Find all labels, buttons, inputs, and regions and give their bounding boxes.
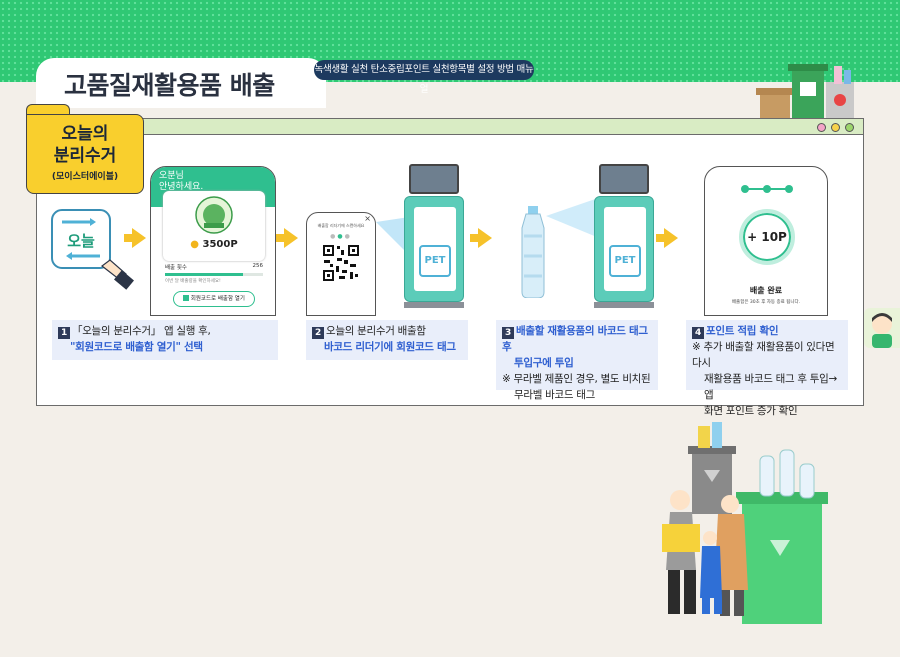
arrow-right-icon: [470, 228, 492, 248]
pet-slot: PET: [609, 245, 641, 277]
step-3-line1: 배출할 재활용품의 바코드 태그 후: [502, 325, 648, 353]
plastic-bottle-icon: [521, 206, 545, 298]
step-2-line2: 바코드 리더기에 회원코드 태그: [324, 341, 456, 353]
close-icon[interactable]: ×: [364, 214, 371, 223]
arrow-right-icon: [276, 228, 298, 248]
kiosk-screen: [599, 164, 649, 194]
step-3-caption: 3 배출할 재활용품의 바코드 태그 후 투입구에 투입 ※ 무라벨 제품인 경우…: [496, 320, 658, 401]
arrow-right-icon: [124, 228, 146, 248]
step-1-caption: 1 「오늘의 분리수거」 앱 실행 후, "회원코드로 배출함 열기" 선택: [52, 320, 278, 360]
kiosk-body: PET: [404, 196, 464, 302]
step-4-caption: 4 포인트 적립 확인 ※ 추가 배출할 재활용품이 있다면 다시 재활용품 바코…: [686, 320, 848, 417]
phone-qr-code: × 배출함 리더기에 스캔하세요 ●●●: [306, 212, 376, 316]
qr-hint: 배출함 리더기에 스캔하세요: [317, 223, 365, 228]
kiosk-screen: [409, 164, 459, 194]
step-1-line2: "회원코드로 배출함 열기" 선택: [70, 341, 203, 353]
step-number: 1: [58, 327, 70, 339]
step-2-line1: 오늘의 분리수거 배출함: [326, 325, 426, 337]
earth-mascot-icon: [195, 196, 233, 234]
window-dot-pink: [817, 123, 826, 132]
badge-line2: 분리수거: [53, 146, 117, 166]
done-title: 배출 완료: [749, 286, 783, 295]
step-3-note2: 무라벨 바코드 태그: [514, 389, 595, 401]
count-note: 이번 달 배출량을 확인하세요!: [165, 279, 221, 284]
guide-avatar: [864, 308, 900, 348]
qr-small-icon: [183, 295, 190, 301]
kiosk-body: PET: [594, 196, 654, 302]
points-earned-circle: + 10P: [739, 209, 795, 265]
step-number: 4: [692, 327, 704, 339]
recycle-bins-illustration: [756, 64, 854, 118]
step-number: 3: [502, 327, 514, 339]
step-number: 2: [312, 327, 324, 339]
app-icon: 오늘: [51, 209, 134, 290]
pet-slot: PET: [419, 245, 451, 277]
badge-line1: 오늘의: [61, 124, 109, 144]
count-progress: [165, 273, 263, 276]
character-icon: [872, 313, 892, 348]
badge-line3: (모이스터에이블): [51, 172, 119, 182]
step-progress: [741, 185, 793, 193]
done-subtitle: 배출함은 30초 후 자동 종료 됩니다.: [731, 300, 801, 305]
step-3-line2: 투입구에 투입: [514, 357, 574, 369]
step-4-note2: 재활용품 바코드 태그 후 투입→앱: [704, 373, 837, 401]
recycling-kiosk: PET: [392, 164, 464, 308]
step-1-line1: 「오늘의 분리수거」 앱 실행 후,: [72, 325, 211, 337]
phone-app-home: 오분님 안녕하세요. ● 3500P 배출 횟수 256 이번 달 배출량을 확…: [150, 166, 276, 316]
svg-text:오늘: 오늘: [67, 232, 95, 250]
qr-code-icon: [322, 244, 360, 282]
step-4-line1: 포인트 적립 확인: [706, 325, 779, 337]
step-3-note1: ※ 무라벨 제품인 경우, 별도 비치된: [502, 373, 651, 385]
family-recycling-illustration: [662, 422, 828, 624]
arrow-right-icon: [656, 228, 678, 248]
count-value: 256: [252, 263, 264, 269]
app-badge: 오늘의 분리수거 (모이스터에이블): [26, 114, 144, 194]
points-value: ● 3500P: [190, 239, 238, 250]
step-4-note1: ※ 추가 배출할 재활용품이 있다면 다시: [692, 341, 835, 369]
window-dot-yellow: [831, 123, 840, 132]
subtitle-pill: 녹색생활 실천 탄소중립포인트 실천항목별 설정 방법 매뉴얼: [314, 60, 534, 95]
greeting-name: 오분님: [159, 171, 184, 181]
recycling-kiosk: PET: [582, 164, 654, 308]
open-with-member-code-button[interactable]: 회원코드로 배출함 열기: [173, 291, 255, 307]
phone-points-result: + 10P 배출 완료 배출함은 30초 후 자동 종료 됩니다.: [704, 166, 828, 316]
step-4-note3: 화면 포인트 증가 확인: [704, 405, 798, 417]
page-dots: ●●●: [330, 233, 352, 240]
window-title-bar: [37, 119, 863, 135]
page-title: 고품질재활용품 배출: [64, 71, 275, 100]
count-label: 배출 횟수: [165, 265, 187, 271]
window-dot-green: [845, 123, 854, 132]
step-2-caption: 2 오늘의 분리수거 배출함 바코드 리더기에 회원코드 태그: [306, 320, 468, 360]
